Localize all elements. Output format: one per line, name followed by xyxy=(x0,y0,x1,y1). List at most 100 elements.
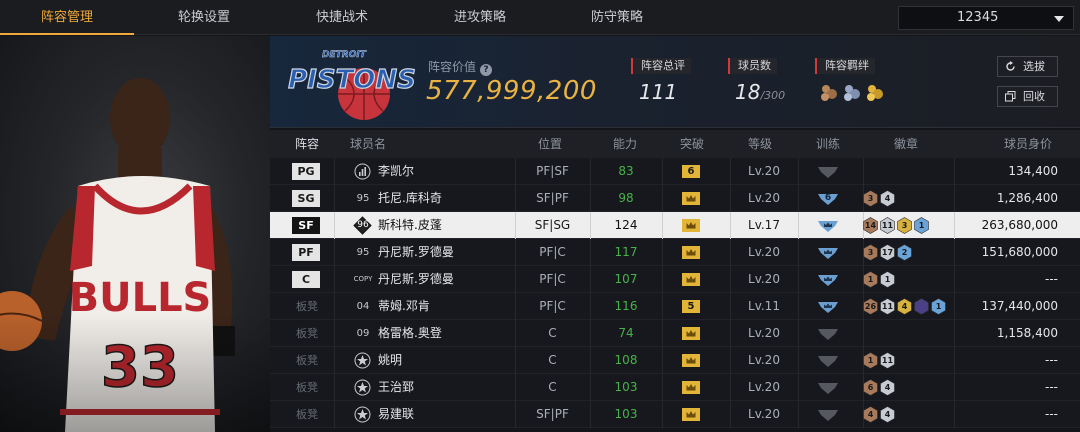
player-position: SF|PF xyxy=(536,191,569,205)
column-divider xyxy=(662,212,663,239)
badge-count: 26 xyxy=(864,302,877,311)
col-badges: 徽章 xyxy=(893,137,918,151)
column-divider xyxy=(954,374,955,401)
table-row[interactable]: 板凳 04 蒂姆.邓肯 PF|C 116 5 Lv.11 26 11 4 1 137,440,000 xyxy=(270,293,1080,320)
table-row[interactable]: PG 李凯尔 PF|SF 83 6 Lv.20 134,400 xyxy=(270,158,1080,185)
player-value: 263,680,000 xyxy=(981,218,1058,232)
column-divider xyxy=(798,320,799,347)
player-name[interactable]: 李凯尔 xyxy=(378,158,414,185)
player-position: C xyxy=(548,326,557,340)
lineup-value-label: 阵容价值? xyxy=(428,58,493,76)
badge-icon xyxy=(914,298,929,315)
player-name[interactable]: 丹尼斯.罗德曼 xyxy=(378,239,454,266)
player-position: C xyxy=(548,353,557,367)
player-ability: 107 xyxy=(614,272,638,286)
player-value: --- xyxy=(1045,407,1058,421)
table-row[interactable]: 板凳 王治郅 C 103 Lv.20 6 4 --- xyxy=(270,374,1080,401)
table-row[interactable]: 板凳 姚明 C 108 Lv.20 1 11 --- xyxy=(270,347,1080,374)
player-name[interactable]: 易建联 xyxy=(378,401,414,428)
player-ability: 124 xyxy=(614,218,638,232)
player-level: Lv.20 xyxy=(748,326,780,340)
training-icon xyxy=(818,302,838,313)
badge-icon: 3 xyxy=(863,190,878,207)
bench-label: 板凳 xyxy=(296,408,318,421)
badge-icon: 1 xyxy=(931,298,946,315)
tab-lineup-management[interactable]: 阵容管理 xyxy=(0,0,134,35)
table-row[interactable]: SG 95 托尼.库科奇 SF|PF 98 Lv.20 6 3 4 1,286,400 xyxy=(270,185,1080,212)
tab-rotation-settings[interactable]: 轮换设置 xyxy=(137,0,271,35)
bond-icons[interactable] xyxy=(820,82,890,104)
column-divider xyxy=(954,293,955,320)
badge-count: 11 xyxy=(881,356,894,365)
badge-count: 1 xyxy=(867,275,874,284)
player-name[interactable]: 蒂姆.邓肯 xyxy=(378,293,430,320)
badge-icon: 4 xyxy=(880,406,895,423)
badge-icon: 26 xyxy=(863,298,878,315)
player-name[interactable]: 托尼.库科奇 xyxy=(378,185,442,212)
badge-count: 4 xyxy=(867,410,874,419)
badge-count: 3 xyxy=(901,221,908,230)
roster-table: 阵容 球员名 位置 能力 突破 等级 训练 徽章 球员身价 PG 李凯尔 PF|SF… xyxy=(270,130,1080,432)
position-badge: PF xyxy=(292,244,320,261)
player-name[interactable]: 斯科特.皮蓬 xyxy=(378,212,442,239)
player-name[interactable]: 王治郅 xyxy=(378,374,414,401)
table-row[interactable]: PF 95 丹尼斯.罗德曼 PF|C 117 Lv.20 3 17 2 151,680,000 xyxy=(270,239,1080,266)
player-name[interactable]: 丹尼斯.罗德曼 xyxy=(378,266,454,293)
badge-icon: 1 xyxy=(880,271,895,288)
tab-quick-tactics[interactable]: 快捷战术 xyxy=(275,0,409,35)
star-icon xyxy=(354,352,371,369)
badge-count: 3 xyxy=(867,194,874,203)
player-level: Lv.20 xyxy=(748,272,780,286)
top-nav: 阵容管理 轮换设置 快捷战术 进攻策略 防守策略 12345 xyxy=(0,0,1080,35)
help-icon[interactable]: ? xyxy=(480,64,493,76)
lineup-dropdown[interactable]: 12345 xyxy=(898,6,1074,30)
bond-icon-silver xyxy=(844,85,860,101)
badge-count: 4 xyxy=(884,410,891,419)
badge-count: 11 xyxy=(881,221,894,230)
badge-icon: 4 xyxy=(880,379,895,396)
table-row[interactable]: 板凳 09 格雷格.奥登 C 74 Lv.20 1,158,400 xyxy=(270,320,1080,347)
bond-icon-gold xyxy=(867,85,883,101)
col-ability: 能力 xyxy=(612,137,637,151)
badge-icon: 1 xyxy=(914,217,929,234)
column-divider xyxy=(954,266,955,293)
table-row[interactable]: 板凳 易建联 SF|PF 103 Lv.20 4 4 --- xyxy=(270,401,1080,428)
badge-icon: 14 xyxy=(863,217,878,234)
refresh-icon xyxy=(1006,61,1015,71)
player-ability: 116 xyxy=(614,299,638,313)
badge-count: 11 xyxy=(881,302,894,311)
player-value: 1,286,400 xyxy=(996,191,1058,205)
recycle-button[interactable]: 回收 xyxy=(997,86,1058,107)
column-divider xyxy=(798,293,799,320)
badge-count: 1 xyxy=(935,302,942,311)
col-lineup: 阵容 xyxy=(294,137,319,151)
svg-text:DETROIT: DETROIT xyxy=(322,50,367,60)
badge-count: 2 xyxy=(901,248,908,257)
player-name[interactable]: 格雷格.奥登 xyxy=(378,320,442,347)
column-divider xyxy=(798,374,799,401)
overall-rating-value: 111 xyxy=(639,80,678,104)
jersey-number: 95 xyxy=(356,247,370,258)
lineup-bond-label: 阵容羁绊 xyxy=(815,58,875,74)
player-value: 134,400 xyxy=(1008,164,1058,178)
badge-icon: 17 xyxy=(880,244,895,261)
badge-icon: 6 xyxy=(863,379,878,396)
tab-defense-strategy[interactable]: 防守策略 xyxy=(550,0,684,35)
column-divider xyxy=(954,212,955,239)
position-badge: PG xyxy=(292,163,320,180)
player-name[interactable]: 姚明 xyxy=(378,347,402,374)
column-divider xyxy=(334,401,335,428)
position-badge: SG xyxy=(292,190,320,207)
training-icon xyxy=(818,248,838,259)
column-divider xyxy=(954,401,955,428)
badge-count: 6 xyxy=(867,383,874,392)
player-level: Lv.17 xyxy=(748,218,780,232)
select-button[interactable]: 选拔 xyxy=(997,56,1058,77)
column-divider xyxy=(334,320,335,347)
table-row[interactable]: C COPY 丹尼斯.罗德曼 PF|C 107 Lv.20 1 1 --- xyxy=(270,266,1080,293)
col-breakthrough: 突破 xyxy=(679,137,704,151)
player-ability: 98 xyxy=(618,191,634,205)
table-row-selected[interactable]: SF 96 斯科特.皮蓬 SF|SG 124 Lv.17 14 11 3 1 263,680,000 xyxy=(270,212,1080,239)
badge-count: 4 xyxy=(884,194,891,203)
tab-offense-strategy[interactable]: 进攻策略 xyxy=(413,0,547,35)
